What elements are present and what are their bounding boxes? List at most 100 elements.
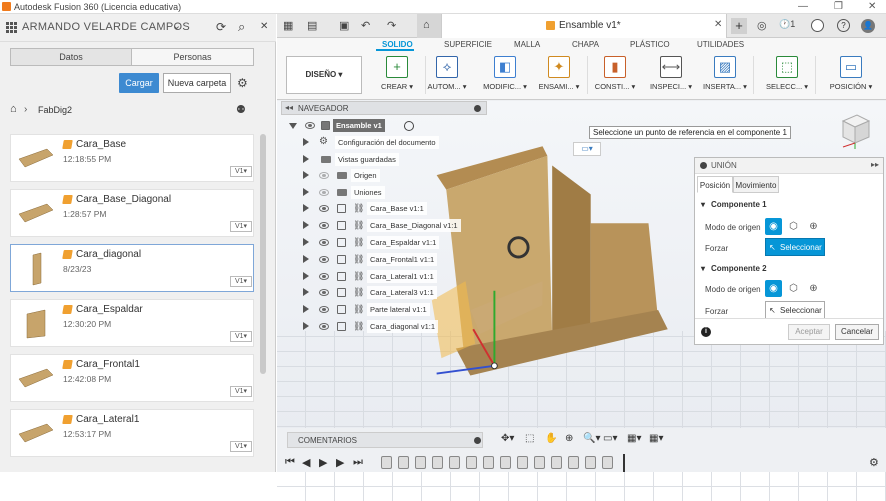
version-badge[interactable]: V1▾ [230,221,252,232]
file-item[interactable]: Cara_Espaldar 12:30:20 PM V1▾ [10,299,254,347]
expand-caret-icon[interactable] [303,138,309,146]
timeline-step[interactable] [568,456,579,469]
visibility-eye-icon[interactable] [319,205,329,213]
chevron-down-icon[interactable]: ▾ [701,264,705,273]
timeline-step[interactable] [517,456,528,469]
visibility-eye-icon[interactable] [319,272,329,280]
visibility-eye-icon[interactable] [319,222,329,230]
snap-point-icon[interactable]: ▭▾ [573,142,601,156]
tree-root[interactable]: Ensamble v1 [281,119,487,133]
tree-item[interactable]: ⛓ Cara_Frontal1 v1:1 [281,252,487,267]
ribbon-group-construir[interactable]: ▮ CONSTI... ▾ [587,52,643,96]
job-status-icon[interactable]: 🕐1 [779,19,795,30]
play-icon[interactable]: ▶ [319,456,327,469]
ribbon-tab-superficie[interactable]: SUPERFICIE [444,40,492,49]
step-forward-icon[interactable]: ▶ [336,456,344,469]
visibility-eye-icon[interactable] [319,289,329,297]
visibility-eye-icon[interactable] [319,322,329,330]
timeline-step[interactable] [602,456,613,469]
gear-icon[interactable]: ⚙ [237,76,248,90]
timeline-step[interactable] [551,456,562,469]
expand-caret-icon[interactable] [303,237,309,246]
comments-panel[interactable]: COMENTARIOS [287,432,483,448]
comments-options-icon[interactable] [474,437,481,444]
file-menu-icon[interactable]: ▤ [307,19,317,32]
visibility-eye-icon[interactable] [319,255,329,263]
timeline-step[interactable] [432,456,443,469]
version-badge[interactable]: V1▾ [230,331,252,342]
info-icon[interactable]: i [701,327,711,337]
chevron-down-icon[interactable]: ⌄ [172,19,181,32]
between-two-faces-icon[interactable]: ⬡ [785,218,802,235]
timeline-step[interactable] [415,456,426,469]
cancelar-button[interactable]: Cancelar [835,324,879,340]
breadcrumb-folder[interactable]: FabDig2 [38,105,72,115]
tree-item[interactable]: ⛓ Cara_Base v1:1 [281,202,487,216]
add-tab-button[interactable]: + [731,18,747,34]
home-tab[interactable]: ⌂ [417,14,441,38]
pan-icon[interactable]: ✋ [545,433,557,444]
tree-item[interactable]: ⛓ Parte lateral v1:1 [281,303,487,317]
expand-caret-icon[interactable] [303,271,309,280]
grid-menu-icon[interactable]: ▦ [283,19,293,32]
version-badge[interactable]: V1▾ [230,166,252,177]
workspace-switcher[interactable]: DISEÑO ▾ [286,56,362,94]
timeline-marker[interactable] [623,454,625,472]
ribbon-group-modificar[interactable]: ◧ MODIFIC... ▾ [477,52,533,96]
expand-caret-icon[interactable] [303,288,309,297]
simple-origin-icon[interactable]: ◉ [765,280,782,297]
go-to-end-icon[interactable]: ⏭ [353,456,363,469]
tab-ensamble[interactable]: Ensamble v1* ✕ [441,14,727,38]
expand-caret-icon[interactable] [303,321,309,330]
ribbon-tab-solido[interactable]: SOLIDO [382,40,413,49]
expand-caret-icon[interactable] [289,123,297,129]
tree-item[interactable]: ⛓ Cara_Espaldar v1:1 [281,235,487,250]
close-tab-icon[interactable]: ✕ [714,19,722,30]
zoom-icon[interactable]: ⊕ [565,433,573,444]
seleccionar-button-2[interactable]: ↖ Seleccionar [765,301,825,319]
cargar-button[interactable]: Cargar [119,73,159,93]
browser-options-icon[interactable] [474,105,481,112]
tab-posicion[interactable]: Posición [697,176,733,193]
timeline-step[interactable] [449,456,460,469]
two-edge-intersection-icon[interactable]: ⊕ [805,280,822,297]
tree-item[interactable]: ⚙ Configuración del documento [281,136,487,150]
model-side-panel[interactable] [552,165,591,339]
nueva-carpeta-button[interactable]: Nueva carpeta [163,73,231,93]
ribbon-tab-utilidades[interactable]: UTILIDADES [697,40,744,49]
expand-caret-icon[interactable] [303,254,309,263]
visibility-eye-icon[interactable] [319,238,329,246]
online-status-icon[interactable]: ◎ [757,19,767,32]
expand-caret-icon[interactable] [303,171,309,179]
tab-datos[interactable]: Datos [11,49,132,65]
minimize-button[interactable]: — [798,1,808,12]
undo-icon[interactable]: ↶ [361,19,370,32]
ribbon-tab-malla[interactable]: MALLA [514,40,540,49]
visibility-eye-icon[interactable] [319,306,329,314]
activate-component-icon[interactable] [404,121,414,131]
collapse-browser-icon[interactable]: ◂◂ [285,103,293,112]
ribbon-group-ensamblar[interactable]: ✦ ENSAMI... ▾ [531,52,587,96]
simple-origin-icon[interactable]: ◉ [765,218,782,235]
file-item[interactable]: Cara_Base_Diagonal 1:28:57 PM V1▾ [10,189,254,237]
ribbon-group-automatizar[interactable]: ⟡ AUTOM... ▾ [419,52,475,96]
two-edge-intersection-icon[interactable]: ⊕ [805,218,822,235]
share-folder-icon[interactable]: ⚉ [236,103,246,116]
tree-item[interactable]: ⛓ Cara_Base_Diagonal v1:1 [281,219,487,233]
display-settings-icon[interactable]: ▭▾ [603,433,617,444]
notifications-icon[interactable] [811,19,824,32]
aceptar-button[interactable]: Aceptar [788,324,830,340]
tree-item[interactable]: ⛓ Cara_diagonal v1:1 [281,319,487,334]
expand-caret-icon[interactable] [303,187,309,196]
timeline-step[interactable] [585,456,596,469]
tab-personas[interactable]: Personas [132,49,253,65]
zoom-window-icon[interactable]: 🔍▾ [583,433,600,444]
view-cube[interactable] [835,109,875,149]
ribbon-group-posicion[interactable]: ▭ POSICIÓN ▾ [823,52,879,96]
union-dialog-header[interactable]: UNIÓN ▸▸ [695,158,883,174]
ribbon-group-seleccionar[interactable]: ⬚ SELECC... ▾ [759,52,815,96]
home-icon[interactable]: ⌂ [10,103,17,115]
timeline-step[interactable] [483,456,494,469]
dialog-options-icon[interactable] [700,162,707,169]
app-grid-icon[interactable] [6,22,17,33]
